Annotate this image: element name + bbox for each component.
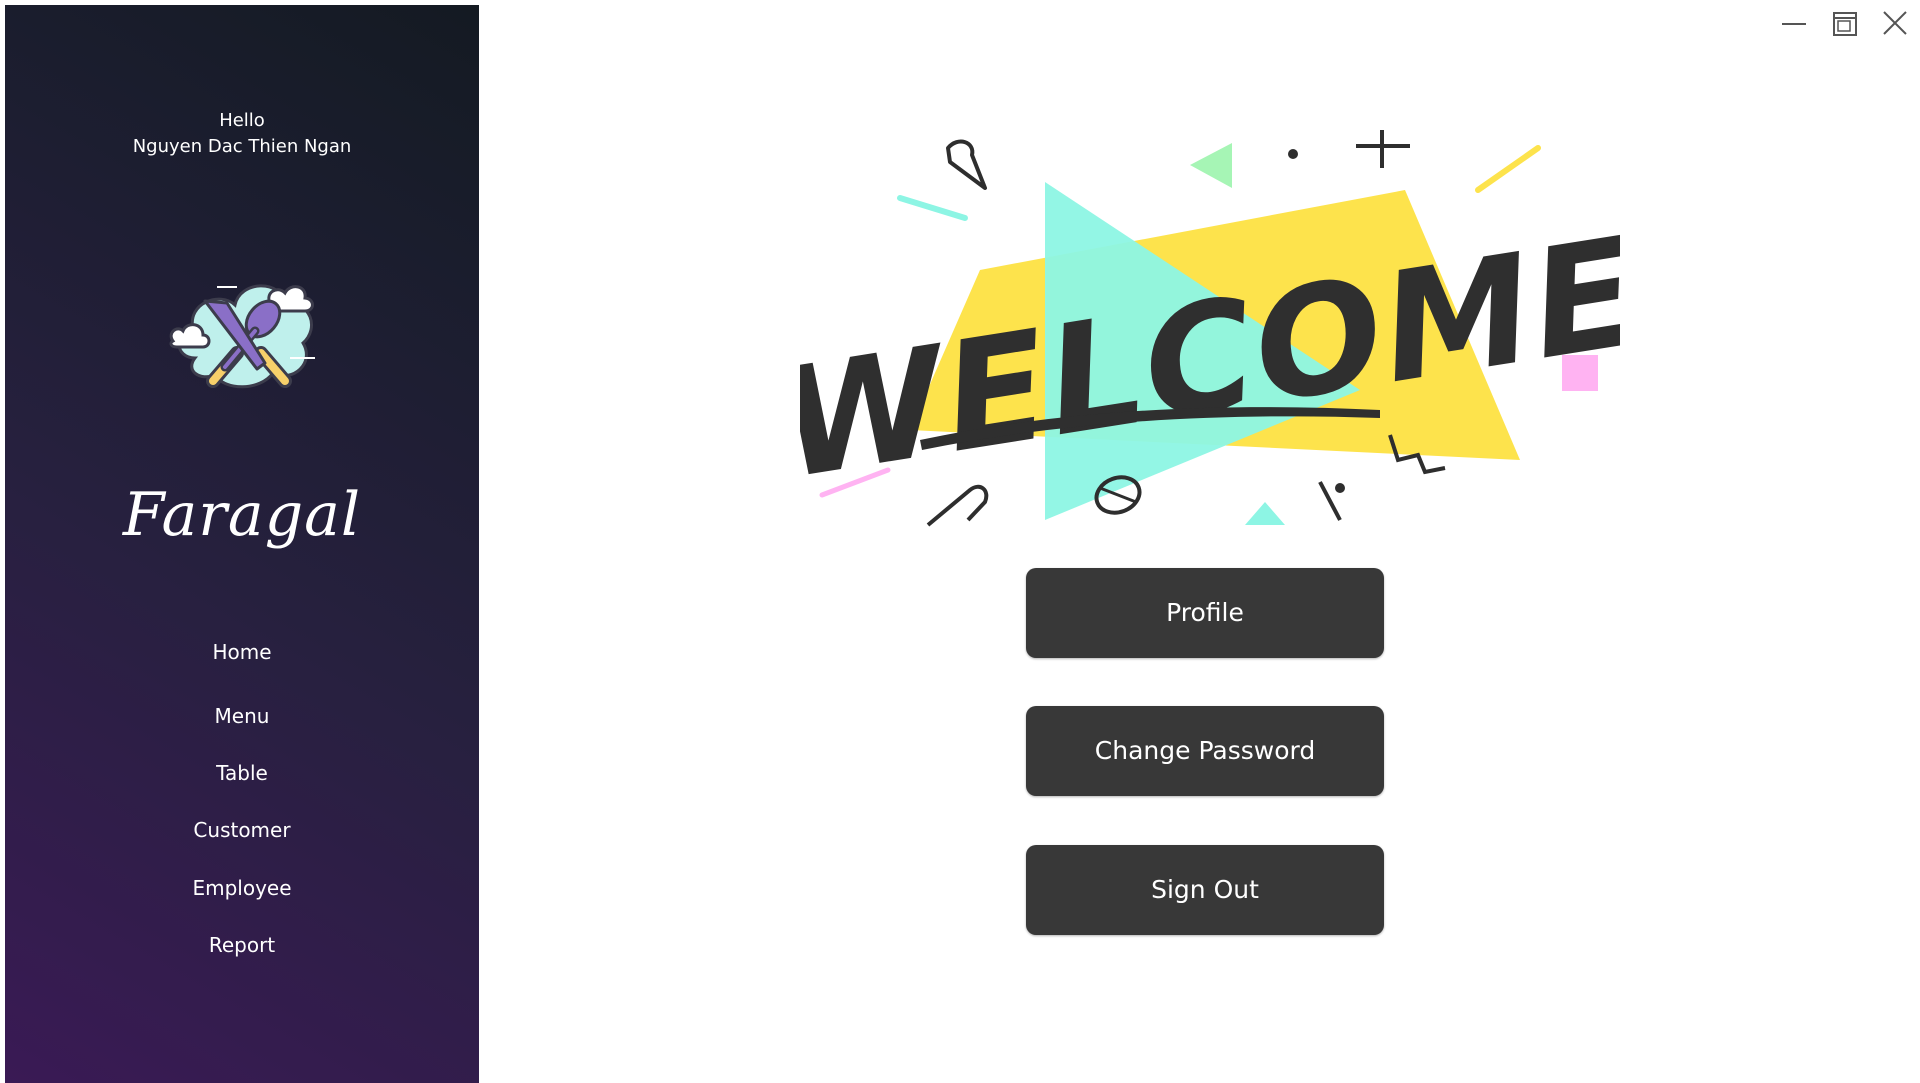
maximize-icon[interactable] bbox=[1826, 8, 1862, 38]
restaurant-logo-icon bbox=[169, 284, 315, 389]
green-triangle-icon bbox=[1190, 143, 1232, 188]
sign-out-button[interactable]: Sign Out bbox=[1026, 845, 1384, 935]
nav-item-table[interactable]: Table bbox=[5, 756, 479, 790]
welcome-banner: WELCOME bbox=[800, 130, 1620, 527]
nav-item-home[interactable]: Home bbox=[5, 635, 479, 669]
nav-item-report[interactable]: Report bbox=[5, 928, 479, 962]
sidebar: Hello Nguyen Dac Thien Ngan Faragal Home… bbox=[5, 5, 479, 1083]
profile-button[interactable]: Profile bbox=[1026, 568, 1384, 658]
change-password-button[interactable]: Change Password bbox=[1026, 706, 1384, 796]
user-greeting: Hello Nguyen Dac Thien Ngan bbox=[5, 108, 479, 160]
close-icon[interactable] bbox=[1876, 8, 1912, 38]
nav-item-menu[interactable]: Menu bbox=[5, 699, 479, 733]
nav-item-employee[interactable]: Employee bbox=[5, 871, 479, 905]
greeting-text: Hello bbox=[219, 110, 265, 131]
user-name: Nguyen Dac Thien Ngan bbox=[132, 136, 352, 157]
nav-item-customer[interactable]: Customer bbox=[5, 813, 479, 847]
brand-name: Faragal bbox=[122, 480, 362, 550]
minimize-icon[interactable] bbox=[1776, 8, 1812, 38]
